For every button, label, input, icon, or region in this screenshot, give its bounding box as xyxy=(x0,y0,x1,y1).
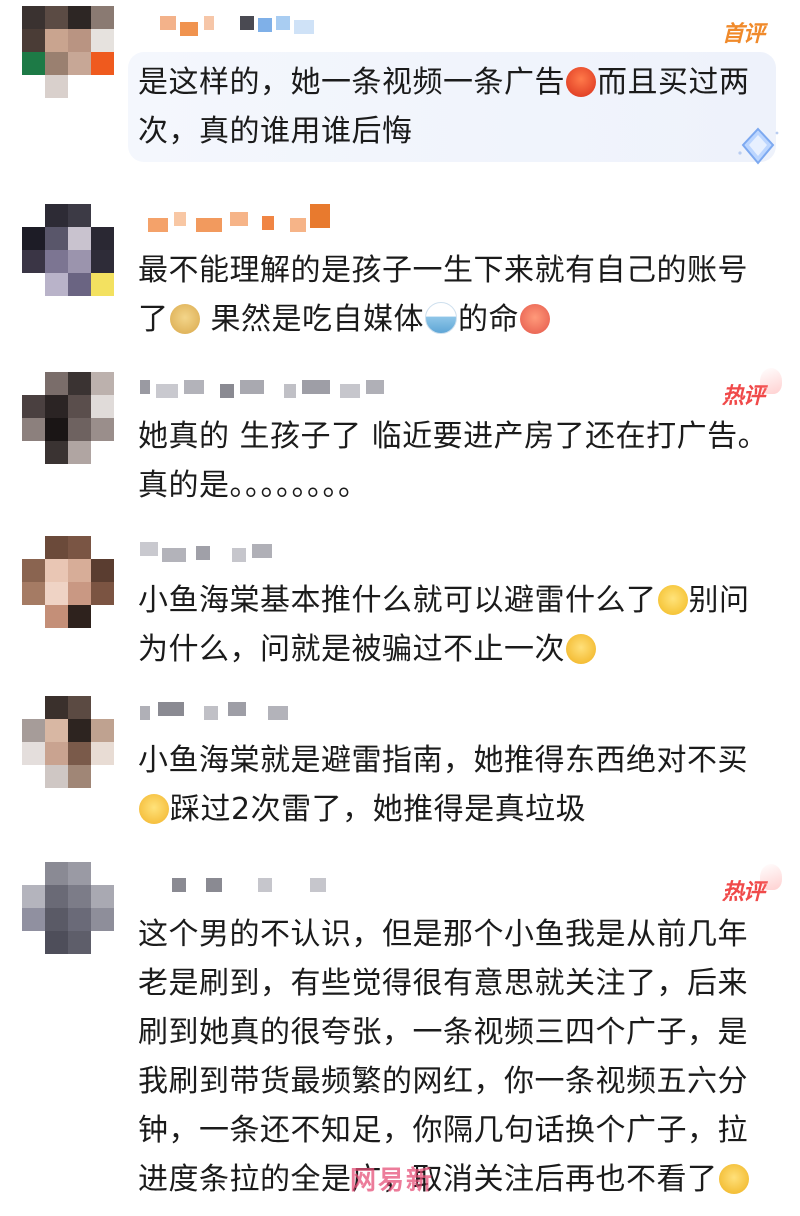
comment-text: 小鱼海棠基本推什么就可以避雷什么了 别问为什么，问就是被骗过不止一次 xyxy=(138,583,750,667)
first-comment-badge: 首评 xyxy=(721,22,765,47)
flame-icon xyxy=(760,864,782,890)
hot-comment-badge: 热评 xyxy=(722,368,782,410)
watermark: 网易新 xyxy=(350,1166,435,1196)
blush-face-icon xyxy=(139,794,169,824)
comment-item[interactable]: 热评 她真的 生孩子了 临近要进产房了还在打广告。真的是。。。。。。。。 xyxy=(0,350,800,520)
avatar[interactable] xyxy=(22,372,114,464)
diamond-icon xyxy=(738,127,779,165)
username[interactable] xyxy=(140,380,400,408)
comment-item[interactable]: 小鱼海棠基本推什么就可以避雷什么了 别问为什么，问就是被骗过不止一次 xyxy=(0,520,800,680)
doge-icon xyxy=(169,304,200,334)
username[interactable] xyxy=(140,878,340,906)
username[interactable] xyxy=(140,204,340,240)
smirk-face-icon xyxy=(718,1164,749,1194)
username[interactable] xyxy=(140,542,300,570)
comment-item[interactable]: 小鱼海棠就是避雷指南，她推得东西绝对不买踩过2次雷了，她推得是真垃圾 xyxy=(0,680,800,840)
avatar[interactable] xyxy=(22,6,114,98)
laughing-face-icon xyxy=(520,304,551,334)
flame-icon xyxy=(760,368,782,394)
hot-comment-badge: 热评 xyxy=(722,864,782,906)
username[interactable] xyxy=(140,16,340,44)
avatar[interactable] xyxy=(22,204,114,296)
comment-text: 是这样的，她一条视频一条广告 而且买过两次，真的谁用谁后悔 xyxy=(138,65,750,149)
hug-face-icon xyxy=(566,634,596,664)
comment-text: 小鱼海棠就是避雷指南，她推得东西绝对不买踩过2次雷了，她推得是真垃圾 xyxy=(138,743,748,827)
comment-item[interactable]: 最不能理解的是孩子一生下来就有自己的账号了 果然是吃自媒体 的命 xyxy=(0,190,800,350)
smile-face-icon xyxy=(657,585,688,615)
avatar[interactable] xyxy=(22,696,114,788)
comment-item[interactable]: 首评 是这样的，她一条视频一条广告 而且买过两次，真的谁用谁后悔 xyxy=(0,0,800,190)
comment-text: 这个男的不认识，但是那个小鱼我是从前几年老是刷到，有些觉得很有意思就关注了，后来… xyxy=(138,917,749,1197)
angry-face-icon xyxy=(566,67,596,97)
avatar[interactable] xyxy=(22,536,114,628)
comment-text: 最不能理解的是孩子一生下来就有自己的账号了 果然是吃自媒体 的命 xyxy=(138,253,748,337)
rice-bowl-icon xyxy=(425,302,458,334)
avatar[interactable] xyxy=(22,862,114,954)
comment-text: 她真的 生孩子了 临近要进产房了还在打广告。真的是。。。。。。。。 xyxy=(138,419,769,503)
username[interactable] xyxy=(140,702,320,730)
